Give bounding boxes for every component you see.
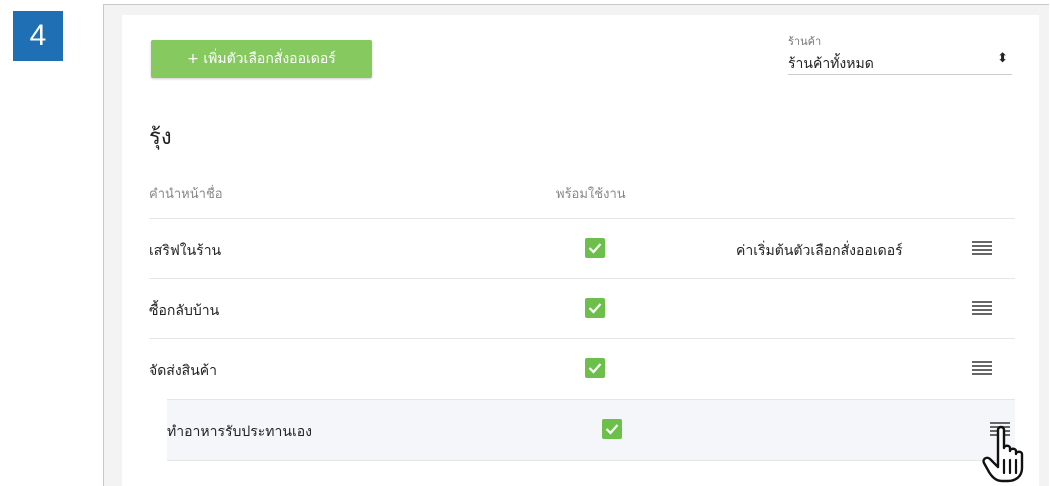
enabled-checkbox[interactable] — [602, 419, 622, 439]
order-options-card: + เพิ่มตัวเลือกสั่งออเดอร์ ร้านค้า ร้านค… — [122, 15, 1039, 486]
enabled-checkbox[interactable] — [585, 238, 605, 258]
column-header-enabled: พร้อมใช้งาน — [556, 187, 626, 202]
settings-panel: + เพิ่มตัวเลือกสั่งออเดอร์ ร้านค้า ร้านค… — [103, 4, 1049, 486]
row-name: จัดส่งสินค้า — [149, 363, 218, 379]
column-header-name: คำนำหน้าชื่อ — [149, 187, 223, 202]
table-row-dragging[interactable]: ทำอาหารรับประทานเอง — [167, 399, 1015, 461]
enabled-checkbox[interactable] — [585, 298, 605, 318]
row-name: ซื้อกลับบ้าน — [149, 303, 220, 319]
table-row: ซื้อกลับบ้าน — [149, 278, 1015, 339]
drag-handle-icon[interactable] — [972, 301, 992, 315]
table-row: จัดส่งสินค้า — [149, 338, 1015, 399]
row-name: ทำอาหารรับประทานเอง — [167, 424, 312, 440]
store-filter-value: ร้านค้าทั้งหมด — [788, 56, 874, 72]
drag-handle-icon[interactable] — [972, 361, 992, 375]
drag-handle-icon[interactable] — [972, 241, 992, 255]
sort-icon: ⬍ — [997, 51, 1008, 66]
row-name: เสริฟในร้าน — [149, 243, 222, 259]
enabled-checkbox[interactable] — [585, 358, 605, 378]
hand-pointer-cursor-icon — [982, 425, 1024, 483]
step-number-badge: 4 — [13, 11, 63, 61]
store-filter-label: ร้านค้า — [788, 35, 822, 48]
store-filter-select[interactable]: ร้านค้าทั้งหมด ⬍ — [788, 50, 1012, 75]
add-order-option-button[interactable]: + เพิ่มตัวเลือกสั่งออเดอร์ — [151, 40, 372, 78]
table-row: เสริฟในร้าน ค่าเริ่มต้นตัวเลือกสั่งออเดอ… — [149, 218, 1015, 279]
section-title: รุ้ง — [149, 125, 172, 150]
default-option-label: ค่าเริ่มต้นตัวเลือกสั่งออเดอร์ — [736, 243, 903, 259]
